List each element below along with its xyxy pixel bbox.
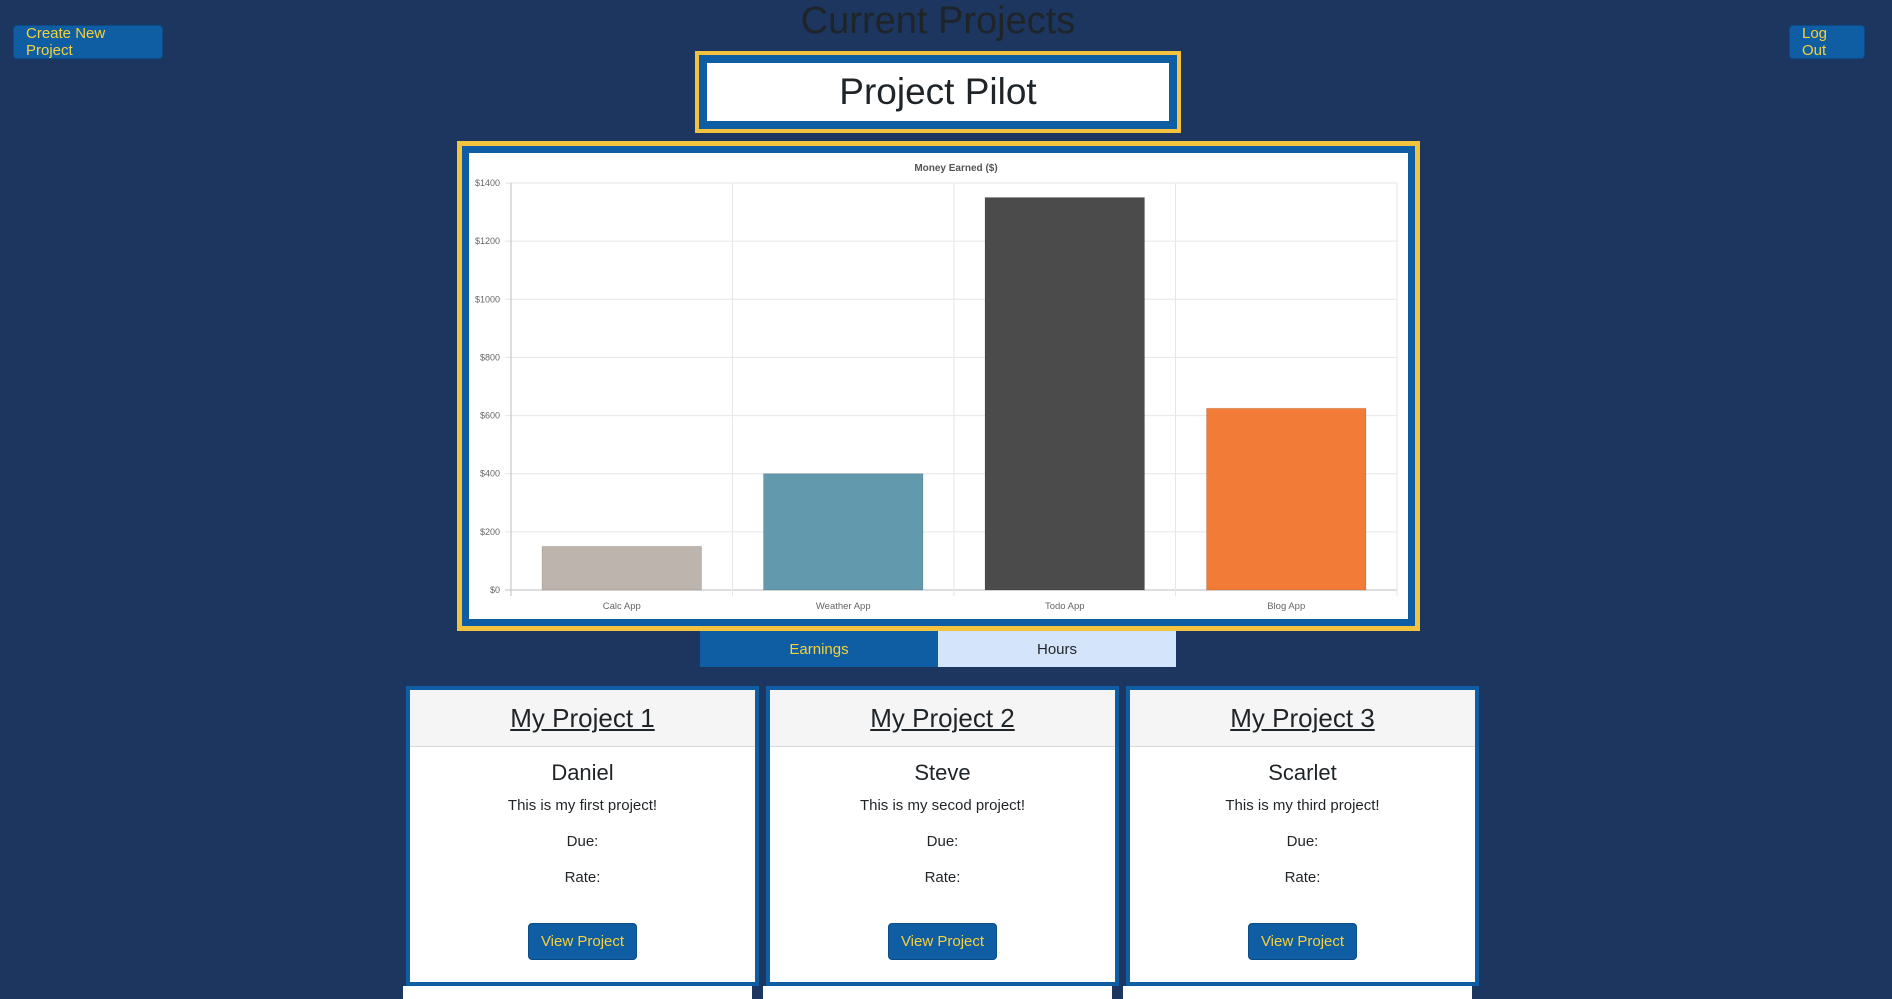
y-tick-label: $400	[480, 469, 500, 479]
create-new-project-button[interactable]: Create New Project	[13, 25, 163, 59]
page-title: Current Projects	[800, 0, 1076, 42]
x-tick-label: Calc App	[603, 601, 641, 612]
view-project-button[interactable]: View Project	[887, 923, 998, 960]
y-tick-label: $200	[480, 527, 500, 537]
x-tick-label: Blog App	[1267, 601, 1305, 612]
y-tick-label: $0	[490, 585, 500, 595]
project-rate: Rate:	[564, 869, 601, 886]
chart-bar	[984, 197, 1145, 591]
card-row-continuation	[763, 986, 1112, 999]
earnings-toggle[interactable]: Earnings	[700, 631, 938, 667]
project-owner: Daniel	[551, 760, 614, 785]
project-card-body: Scarlet This is my third project! Due: R…	[1130, 760, 1475, 960]
page: Current Projects Create New Project Log …	[0, 0, 1892, 999]
chart-bar	[763, 473, 924, 591]
brand-banner: Project Pilot	[695, 51, 1181, 133]
project-card-body: Steve This is my secod project! Due: Rat…	[770, 760, 1115, 960]
x-tick-label: Weather App	[816, 601, 871, 612]
project-due: Due:	[566, 833, 599, 850]
project-due: Due:	[926, 833, 959, 850]
project-description: This is my secod project!	[859, 797, 1026, 814]
project-rate: Rate:	[1284, 869, 1321, 886]
project-rate: Rate:	[924, 869, 961, 886]
view-project-button[interactable]: View Project	[1247, 923, 1358, 960]
y-tick-label: $800	[480, 352, 500, 362]
x-tick-label: Todo App	[1045, 601, 1085, 612]
project-description: This is my third project!	[1225, 797, 1380, 814]
project-owner: Scarlet	[1268, 760, 1337, 785]
project-title-link[interactable]: My Project 3	[1230, 703, 1375, 734]
project-card-body: Daniel This is my first project! Due: Ra…	[410, 760, 755, 960]
brand-title: Project Pilot	[707, 63, 1169, 121]
chart-title: Money Earned ($)	[914, 163, 997, 174]
project-title-link[interactable]: My Project 1	[510, 703, 655, 734]
chart-bar	[1206, 407, 1367, 591]
y-tick-label: $600	[480, 411, 500, 421]
project-card-2: My Project 2 Steve This is my secod proj…	[766, 686, 1119, 986]
project-card-3: My Project 3 Scarlet This is my third pr…	[1126, 686, 1479, 986]
chart-frame: Money Earned ($) $0 $200 $400 $600 $800 $1000 $…	[457, 141, 1420, 631]
card-row-continuation	[1123, 986, 1472, 999]
project-description: This is my first project!	[507, 797, 658, 814]
project-owner: Steve	[914, 760, 971, 785]
project-due: Due:	[1286, 833, 1319, 850]
hours-toggle[interactable]: Hours	[938, 631, 1176, 667]
chart-bar	[541, 545, 702, 591]
log-out-button[interactable]: Log Out	[1789, 25, 1865, 59]
project-title-link[interactable]: My Project 2	[870, 703, 1015, 734]
earnings-chart: Money Earned ($) $0 $200 $400 $600 $800 $1000 $…	[475, 163, 1398, 612]
project-card-1: My Project 1 Daniel This is my first pro…	[406, 686, 759, 986]
view-project-button[interactable]: View Project	[527, 923, 638, 960]
y-tick-label: $1400	[475, 178, 500, 188]
card-row-continuation	[403, 986, 752, 999]
y-tick-label: $1000	[475, 294, 500, 304]
project-card-header: My Project 3	[1130, 690, 1475, 747]
project-card-header: My Project 1	[410, 690, 755, 747]
chart-panel: Money Earned ($) $0 $200 $400 $600 $800 $1000 $…	[469, 153, 1408, 619]
y-tick-label: $1200	[475, 236, 500, 246]
project-card-header: My Project 2	[770, 690, 1115, 747]
